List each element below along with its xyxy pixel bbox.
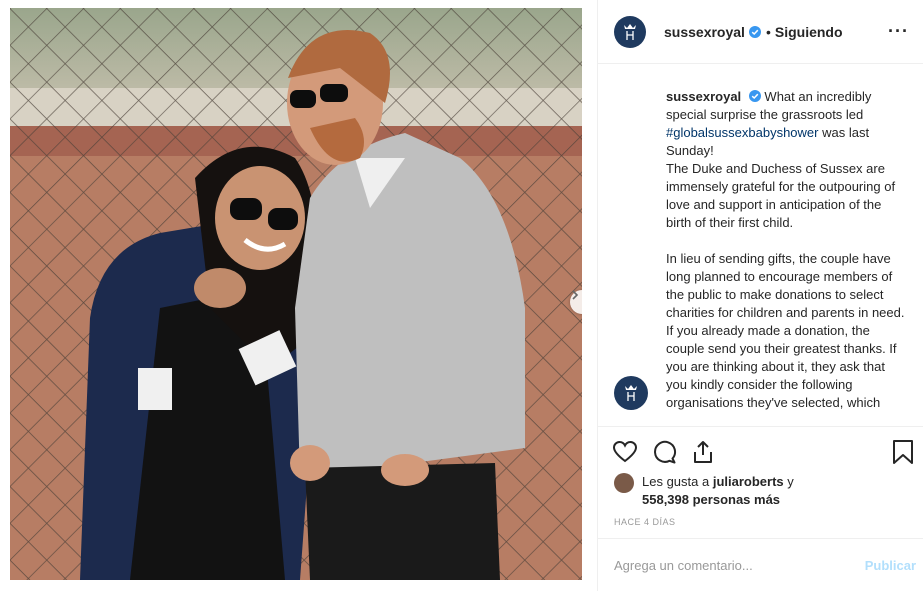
heart-icon[interactable] <box>612 439 638 465</box>
instagram-post: sussexroyal • Siguiendo ··· sussexroyal … <box>0 0 923 591</box>
chevron-right-icon <box>572 290 579 300</box>
comment-icon[interactable] <box>651 439 677 465</box>
caption-author-avatar[interactable] <box>614 376 648 410</box>
bookmark-icon[interactable] <box>890 439 916 465</box>
couple-photo <box>10 8 582 580</box>
post-actions: Les gusta a juliaroberts y 558,398 perso… <box>598 426 923 538</box>
caption-paragraph: In lieu of sending gifts, the couple hav… <box>666 251 905 410</box>
hashtag-link[interactable]: #globalsussexbabyshower <box>666 125 818 140</box>
likes-count[interactable]: 558,398 personas más <box>642 492 780 507</box>
caption: sussexroyal What an incredibly special s… <box>666 88 906 412</box>
liker-username[interactable]: juliaroberts <box>713 474 784 489</box>
post-details-panel: sussexroyal • Siguiendo ··· sussexroyal … <box>597 0 923 591</box>
add-comment-bar: Publicar <box>598 538 923 591</box>
verified-badge-icon <box>748 90 761 102</box>
post-header: sussexroyal • Siguiendo ··· <box>598 0 923 64</box>
comments-section: sussexroyal What an incredibly special s… <box>598 64 923 426</box>
more-options-button[interactable]: ··· <box>888 21 909 42</box>
post-author-username[interactable]: sussexroyal <box>664 24 745 40</box>
profile-avatar[interactable] <box>614 15 646 48</box>
royal-monogram-icon <box>625 385 637 401</box>
share-icon[interactable] <box>690 439 716 465</box>
comment-input[interactable] <box>614 557 854 573</box>
caption-username[interactable]: sussexroyal <box>666 89 741 104</box>
likes-text: Les gusta a juliaroberts y 558,398 perso… <box>642 473 842 509</box>
header-separator: • <box>765 23 771 40</box>
liker-avatar[interactable] <box>614 473 634 493</box>
following-button[interactable]: Siguiendo <box>775 24 843 40</box>
action-icons <box>612 439 913 465</box>
likes-prefix: Les gusta a <box>642 474 713 489</box>
verified-badge-icon <box>748 25 761 38</box>
post-photo[interactable] <box>10 8 582 580</box>
likes-connector: y <box>783 474 794 489</box>
post-timestamp[interactable]: HACE 4 DÍAS <box>614 517 676 527</box>
likes-summary: Les gusta a juliaroberts y 558,398 perso… <box>614 473 842 509</box>
caption-paragraph: The Duke and Duchess of Sussex are immen… <box>666 161 896 230</box>
publish-button[interactable]: Publicar <box>865 558 916 573</box>
royal-monogram-icon <box>624 23 636 40</box>
